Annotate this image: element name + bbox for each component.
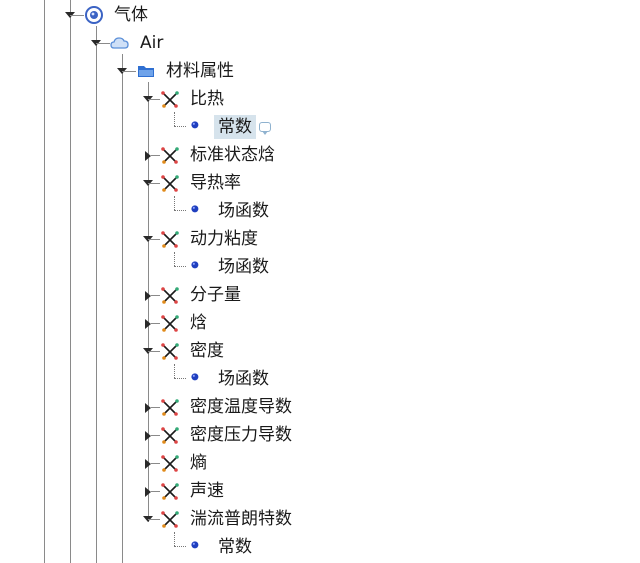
- property-label: 熵: [190, 453, 207, 473]
- property-graph-icon: [161, 147, 179, 164]
- value-node-constant[interactable]: 常数: [190, 534, 256, 560]
- value-node-constant[interactable]: 常数: [190, 114, 271, 140]
- child-connector: [174, 266, 186, 267]
- value-node-field-function[interactable]: 场函数: [190, 198, 273, 224]
- tree-connector: [122, 71, 136, 72]
- tree-connector: [151, 407, 160, 408]
- value-node-field-function[interactable]: 场函数: [190, 366, 273, 392]
- tree-connector: [148, 239, 160, 240]
- property-label: 密度: [190, 341, 224, 361]
- property-label: 密度温度导数: [190, 397, 292, 417]
- property-graph-icon: [161, 483, 179, 500]
- tree-guide-line: [70, 0, 71, 563]
- child-connector: [174, 252, 175, 266]
- tree-connector: [148, 519, 160, 520]
- property-label: 比热: [190, 89, 224, 109]
- property-graph-icon: [161, 427, 179, 444]
- simulation-tree: 气体 Air 材料属性 比热 常数 标准状态焓 导热率 场函数 动力粘度 场函数…: [0, 0, 640, 563]
- expand-toggle[interactable]: [145, 459, 151, 469]
- expand-toggle[interactable]: [145, 151, 151, 161]
- tree-node-gas[interactable]: 气体: [84, 2, 152, 28]
- child-connector: [174, 196, 175, 210]
- child-connector: [174, 364, 175, 378]
- property-graph-icon: [161, 287, 179, 304]
- tree-connector: [151, 435, 160, 436]
- expand-toggle[interactable]: [145, 291, 151, 301]
- cloud-icon: [110, 37, 129, 49]
- tree-connector: [151, 491, 160, 492]
- tree-connector: [148, 99, 160, 100]
- property-node-molecular-weight[interactable]: 分子量: [160, 282, 245, 308]
- expand-toggle[interactable]: [145, 431, 151, 441]
- child-connector: [174, 112, 175, 126]
- tree-guide-line: [122, 54, 123, 563]
- tree-guide-line: [148, 82, 149, 522]
- gas-target-icon: [85, 6, 103, 24]
- tree-node-material-properties[interactable]: 材料属性: [136, 58, 238, 84]
- property-node-thermal-conductivity[interactable]: 导热率: [160, 170, 245, 196]
- value-dot-icon: [191, 205, 199, 213]
- child-connector: [174, 546, 186, 547]
- property-graph-icon: [161, 455, 179, 472]
- property-label: 动力粘度: [190, 229, 258, 249]
- tree-connector: [148, 183, 160, 184]
- property-graph-icon: [161, 343, 179, 360]
- value-dot-icon: [191, 261, 199, 269]
- property-graph-icon: [161, 91, 179, 108]
- tree-guide-line: [44, 0, 45, 563]
- property-label: 声速: [190, 481, 224, 501]
- tree-connector: [151, 155, 160, 156]
- property-node-standard-enthalpy[interactable]: 标准状态焓: [160, 142, 279, 168]
- property-label: 导热率: [190, 173, 241, 193]
- value-label: 场函数: [218, 369, 269, 389]
- property-node-enthalpy[interactable]: 焓: [160, 310, 211, 336]
- property-label: 密度压力导数: [190, 425, 292, 445]
- value-label: 常数: [218, 537, 252, 557]
- expand-toggle[interactable]: [145, 403, 151, 413]
- tree-connector: [148, 351, 160, 352]
- property-graph-icon: [161, 399, 179, 416]
- value-label: 场函数: [218, 257, 269, 277]
- tree-connector: [151, 323, 160, 324]
- expand-toggle[interactable]: [145, 319, 151, 329]
- child-connector: [174, 126, 186, 127]
- property-graph-icon: [161, 175, 179, 192]
- property-label: 分子量: [190, 285, 241, 305]
- tree-guide-line: [96, 26, 97, 563]
- property-graph-icon: [161, 511, 179, 528]
- property-node-density[interactable]: 密度: [160, 338, 228, 364]
- expand-toggle[interactable]: [145, 487, 151, 497]
- tree-connector: [151, 295, 160, 296]
- tree-connector: [70, 15, 84, 16]
- tree-node-label: 材料属性: [166, 61, 234, 81]
- property-label: 焓: [190, 313, 207, 333]
- property-node-density-temp-derivative[interactable]: 密度温度导数: [160, 394, 296, 420]
- value-dot-icon: [191, 373, 199, 381]
- tree-connector: [96, 43, 110, 44]
- child-connector: [174, 210, 186, 211]
- value-node-field-function[interactable]: 场函数: [190, 254, 273, 280]
- property-graph-icon: [161, 315, 179, 332]
- tree-node-label: 气体: [114, 5, 148, 25]
- tree-node-air[interactable]: Air: [110, 30, 167, 56]
- property-label: 湍流普朗特数: [190, 509, 292, 529]
- child-connector: [174, 532, 175, 546]
- value-label: 场函数: [218, 201, 269, 221]
- tree-node-label: Air: [140, 33, 164, 53]
- tree-connector: [151, 463, 160, 464]
- value-dot-icon: [191, 121, 199, 129]
- property-node-specific-heat[interactable]: 比热: [160, 86, 228, 112]
- property-node-speed-of-sound[interactable]: 声速: [160, 478, 228, 504]
- property-node-density-pressure-derivative[interactable]: 密度压力导数: [160, 422, 296, 448]
- folder-icon: [138, 66, 154, 77]
- property-graph-icon: [161, 231, 179, 248]
- property-node-entropy[interactable]: 熵: [160, 450, 211, 476]
- value-dot-icon: [191, 541, 199, 549]
- property-node-dynamic-viscosity[interactable]: 动力粘度: [160, 226, 262, 252]
- child-connector: [174, 378, 186, 379]
- comment-icon[interactable]: [259, 122, 271, 135]
- property-node-turbulent-prandtl[interactable]: 湍流普朗特数: [160, 506, 296, 532]
- value-label: 常数: [214, 115, 256, 139]
- property-label: 标准状态焓: [190, 145, 275, 165]
